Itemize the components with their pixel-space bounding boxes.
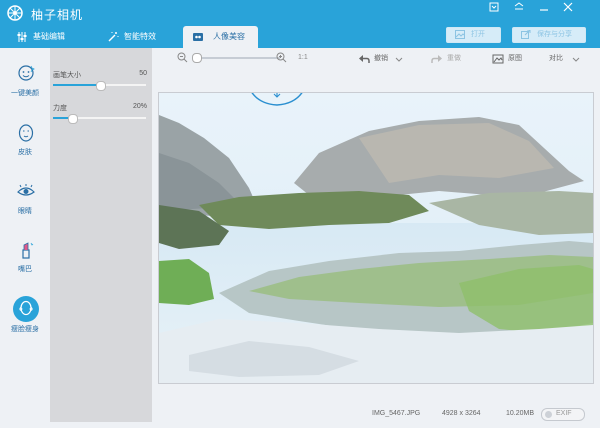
compare-dropdown-icon[interactable]	[571, 54, 581, 64]
adjustment-panel: 画笔大小 50 力度 20%	[50, 48, 152, 422]
undo-dropdown-icon[interactable]	[394, 54, 404, 64]
strength-slider[interactable]	[53, 114, 146, 124]
close-button[interactable]	[561, 1, 575, 15]
dropdown-menu-icon[interactable]	[512, 1, 526, 15]
tab-portrait-beauty[interactable]: 人像美容	[183, 26, 258, 48]
export-icon	[521, 30, 531, 39]
skin-menu-icon[interactable]	[487, 1, 501, 15]
brush-size-value: 50	[139, 70, 147, 77]
nav-label: 瘦脸瘦身	[11, 326, 39, 333]
status-bar: IMG_5467.JPG 4928 x 3264 10.20MB EXIF	[152, 405, 600, 425]
file-name: IMG_5467.JPG	[372, 410, 421, 417]
open-button[interactable]: 打开	[446, 27, 501, 43]
nav-label: 皮肤	[18, 149, 32, 156]
tab-smart-effects[interactable]: 智能特效	[107, 26, 177, 48]
redo-icon	[431, 55, 442, 63]
original-image-button[interactable]: 原图	[492, 52, 532, 66]
strength-label: 力度	[53, 105, 67, 112]
file-size: 10.20MB	[506, 410, 535, 417]
brush-size-label: 画笔大小	[53, 72, 81, 79]
exif-toggle[interactable]: EXIF	[541, 408, 585, 421]
image-toolbar: 撤销 重做 原图 对比	[152, 48, 600, 70]
tab-bar: 基础编辑 智能特效 人像美容	[0, 26, 600, 48]
redo-button[interactable]: 重做	[431, 52, 471, 66]
app-logo-icon	[7, 5, 23, 21]
strength-slider-row: 力度 20%	[50, 103, 152, 133]
undo-icon	[359, 55, 370, 63]
nav-skin[interactable]: 皮肤	[0, 123, 50, 173]
tab-label: 基础编辑	[33, 32, 65, 41]
sliders-icon	[17, 32, 27, 42]
slider-fill	[53, 84, 100, 86]
slim-brush-cursor-icon	[251, 93, 303, 106]
tab-basic-edit[interactable]: 基础编辑	[16, 26, 86, 48]
save-share-button[interactable]: 保存与分享	[512, 27, 586, 43]
nav-label: 一键美颜	[11, 90, 39, 97]
eye-icon	[17, 184, 35, 196]
slider-thumb[interactable]	[96, 81, 106, 91]
image-icon	[492, 54, 504, 64]
nav-slim-face-body[interactable]: 瘦脸瘦身	[0, 296, 50, 350]
brush-size-slider-row: 画笔大小 50	[50, 70, 152, 100]
lipstick-icon	[22, 242, 34, 259]
strength-value: 20%	[132, 103, 147, 110]
toggle-knob	[545, 411, 552, 418]
image-icon	[455, 30, 465, 39]
slim-face-icon	[19, 300, 33, 316]
nav-label: 眼睛	[18, 208, 32, 215]
title-bar: 柚子相机	[0, 0, 600, 26]
portrait-icon	[193, 33, 203, 41]
app-title: 柚子相机	[31, 8, 84, 22]
image-dimensions: 4928 x 3264	[442, 410, 481, 417]
tab-label: 人像美容	[213, 32, 245, 41]
feature-sidebar: 一键美颜 皮肤 眼睛 嘴巴 瘦脸瘦身	[0, 48, 50, 428]
tab-label: 智能特效	[124, 32, 156, 41]
nav-eyes[interactable]: 眼睛	[0, 182, 50, 232]
undo-button[interactable]: 撤销	[358, 52, 414, 66]
brush-size-slider[interactable]	[53, 81, 146, 91]
skin-icon	[18, 124, 34, 142]
photo-image	[159, 93, 593, 383]
nav-mouth[interactable]: 嘴巴	[0, 240, 50, 290]
nav-label: 嘴巴	[18, 266, 32, 273]
nav-one-click-beauty[interactable]: 一键美颜	[0, 64, 50, 114]
magic-wand-icon	[108, 32, 119, 42]
slider-thumb[interactable]	[68, 114, 78, 124]
minimize-button[interactable]	[537, 1, 551, 15]
photo-canvas[interactable]	[158, 92, 594, 384]
face-beauty-icon	[18, 65, 35, 81]
